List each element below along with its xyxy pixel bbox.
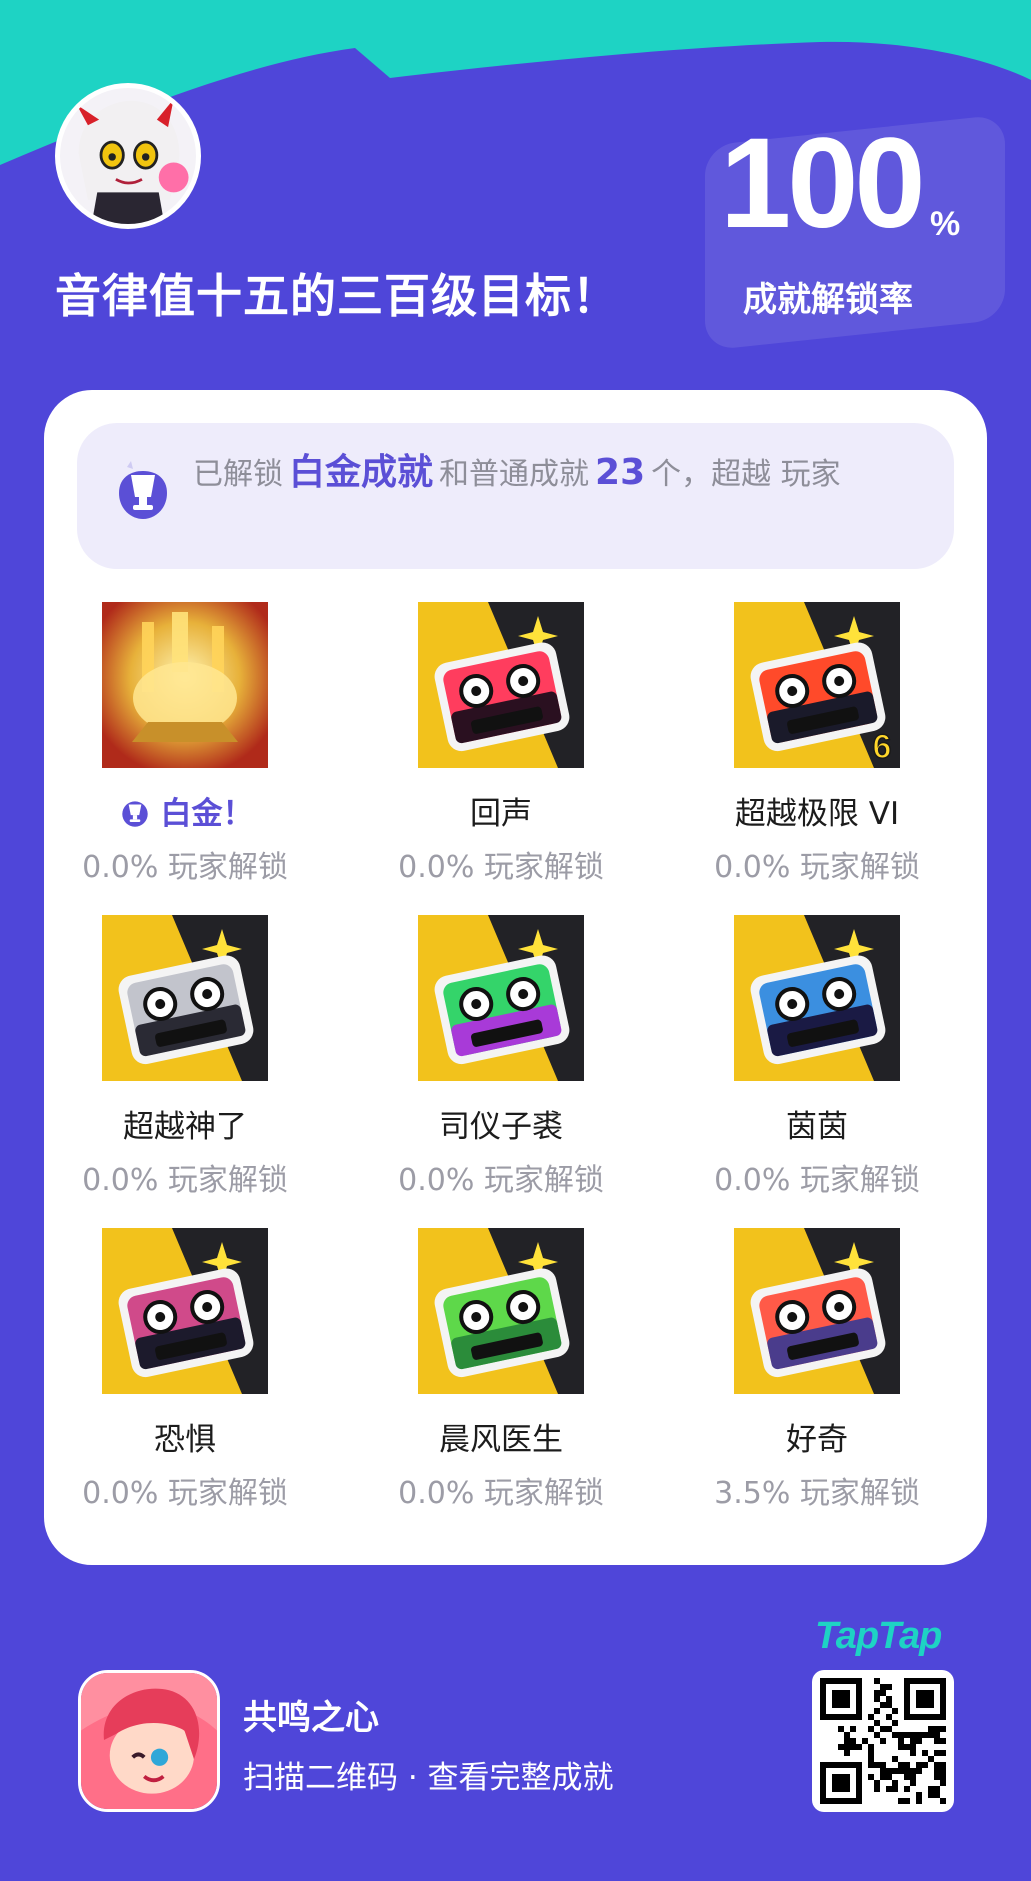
achievement-item[interactable]: 6 超越极限 VI 0.0% 玩家解锁 bbox=[687, 602, 947, 886]
achievement-percent: 0.0% 玩家解锁 bbox=[714, 1163, 920, 1198]
achievement-percent: 0.0% 玩家解锁 bbox=[82, 850, 288, 885]
achievement-percent: 0.0% 玩家解锁 bbox=[398, 1163, 604, 1198]
achievement-percent: 0.0% 玩家解锁 bbox=[82, 1163, 288, 1198]
achievement-name: 恐惧 bbox=[154, 1422, 216, 1458]
achievement-item[interactable]: 恐惧 0.0% 玩家解锁 bbox=[55, 1228, 315, 1512]
cassette-achievement-icon bbox=[734, 915, 900, 1081]
achievement-name: 超越极限 VI bbox=[734, 796, 900, 832]
unlock-rate-unit: % bbox=[930, 205, 961, 243]
username: 音律值十五的三百级目标！ bbox=[55, 269, 619, 323]
achievement-name-text: 白金！ bbox=[160, 796, 254, 832]
unlock-rate-label: 成就解锁率 bbox=[743, 280, 913, 320]
cassette-achievement-icon: 6 bbox=[734, 602, 900, 768]
achievement-share-page: 音律值十五的三百级目标！ 100 % 成就解锁率 已解锁 白金成就 和普通成就 23 个… bbox=[0, 0, 1031, 1881]
achievement-item[interactable]: 好奇 3.5% 玩家解锁 bbox=[687, 1228, 947, 1512]
achievement-name: 白金！ bbox=[55, 794, 315, 834]
cassette-achievement-icon bbox=[418, 915, 584, 1081]
game-icon[interactable] bbox=[78, 1670, 220, 1812]
achievement-percent: 0.0% 玩家解锁 bbox=[398, 850, 604, 885]
summary-prefix: 已解锁 bbox=[193, 457, 283, 492]
achievement-item[interactable]: 司仪子裘 0.0% 玩家解锁 bbox=[371, 915, 631, 1199]
achievement-item[interactable]: 晨风医生 0.0% 玩家解锁 bbox=[371, 1228, 631, 1512]
summary-suffix: 个，超越 玩家 bbox=[651, 457, 841, 492]
summary-middle: 和普通成就 bbox=[439, 457, 590, 492]
cassette-achievement-icon bbox=[102, 915, 268, 1081]
achievement-card: 已解锁白金成就和普通成就23个，超越 玩家 白金！ 0.0% 玩家解锁 bbox=[44, 390, 987, 1565]
achievement-name: 好奇 bbox=[786, 1422, 848, 1458]
summary-text: 已解锁 白金成就 和普通成就 23 个，超越 玩家 bbox=[193, 449, 893, 499]
taptap-logo: TapTap bbox=[815, 1615, 942, 1657]
achievement-count: 23 bbox=[595, 452, 646, 493]
achievement-item[interactable]: 白金！ 0.0% 玩家解锁 bbox=[55, 602, 315, 886]
user-avatar-icon bbox=[60, 88, 196, 224]
cassette-achievement-icon bbox=[418, 1228, 584, 1394]
achievement-percent: 0.0% 玩家解锁 bbox=[82, 1476, 288, 1511]
qr-code-icon[interactable] bbox=[812, 1670, 954, 1812]
achievement-item[interactable]: 超越神了 0.0% 玩家解锁 bbox=[55, 915, 315, 1199]
platinum-label: 白金成就 bbox=[289, 452, 434, 493]
cassette-achievement-icon bbox=[102, 1228, 268, 1394]
svg-text:6: 6 bbox=[873, 728, 892, 766]
achievement-name: 晨风医生 bbox=[439, 1422, 563, 1458]
achievement-percent: 0.0% 玩家解锁 bbox=[714, 850, 920, 885]
achievement-name: 司仪子裘 bbox=[439, 1109, 563, 1145]
achievement-item[interactable]: 回声 0.0% 玩家解锁 bbox=[371, 602, 631, 886]
trophy-icon bbox=[121, 801, 148, 827]
achievement-item[interactable]: 茵茵 0.0% 玩家解锁 bbox=[687, 915, 947, 1199]
achievement-percent: 0.0% 玩家解锁 bbox=[398, 1476, 604, 1511]
unlock-rate-value: 100 bbox=[720, 112, 926, 255]
game-name: 共鸣之心 bbox=[243, 1698, 379, 1738]
avatar[interactable] bbox=[55, 83, 201, 229]
summary-banner: 已解锁 白金成就 和普通成就 23 个，超越 玩家 bbox=[77, 423, 954, 569]
platinum-achievement-icon bbox=[102, 602, 268, 768]
achievement-percent: 3.5% 玩家解锁 bbox=[714, 1476, 920, 1511]
achievement-name: 超越神了 bbox=[123, 1109, 247, 1145]
cassette-achievement-icon bbox=[418, 602, 584, 768]
cassette-achievement-icon bbox=[734, 1228, 900, 1394]
achievement-name: 回声 bbox=[470, 796, 532, 832]
achievement-name: 茵茵 bbox=[786, 1109, 848, 1145]
trophy-icon bbox=[119, 461, 167, 519]
scan-instruction: 扫描二维码 · 查看完整成就 bbox=[243, 1760, 614, 1796]
